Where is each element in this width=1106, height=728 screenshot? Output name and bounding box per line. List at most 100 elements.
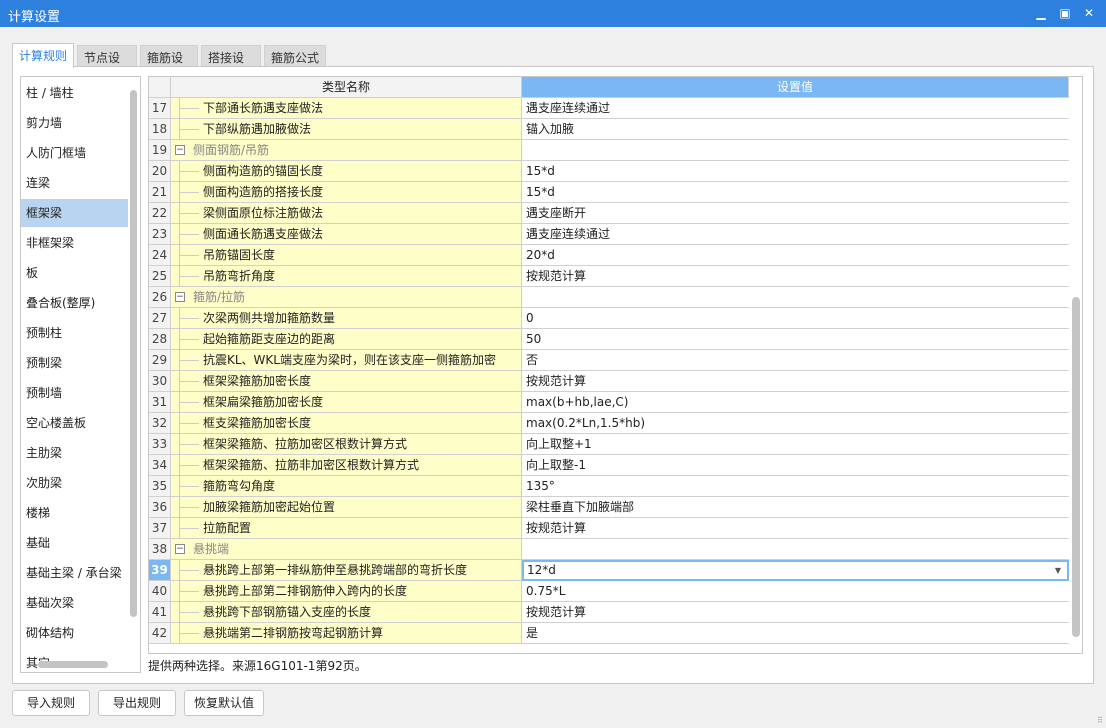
- sidebar-item[interactable]: 主肋梁: [21, 439, 128, 467]
- table-row[interactable]: 22 梁侧面原位标注筋做法 遇支座断开: [149, 203, 1069, 224]
- collapse-icon[interactable]: −: [175, 145, 185, 155]
- table-row[interactable]: 32 框支梁箍筋加密长度 max(0.2*Ln,1.5*hb): [149, 413, 1069, 434]
- sidebar-item[interactable]: 基础: [21, 529, 128, 557]
- value-cell[interactable]: 按规范计算: [522, 371, 1069, 392]
- name-cell[interactable]: 拉筋配置: [171, 518, 522, 539]
- sidebar-item[interactable]: 叠合板(整厚): [21, 289, 128, 317]
- value-cell[interactable]: 遇支座连续通过: [522, 224, 1069, 245]
- table-row[interactable]: 17 下部通长筋遇支座做法 遇支座连续通过: [149, 98, 1069, 119]
- value-cell[interactable]: 0.75*L: [522, 581, 1069, 602]
- row-number[interactable]: 21: [149, 182, 171, 203]
- collapse-icon[interactable]: −: [175, 292, 185, 302]
- dropdown-arrow-icon[interactable]: ▼: [1055, 562, 1061, 579]
- row-number[interactable]: 33: [149, 434, 171, 455]
- name-cell[interactable]: 框架扁梁箍筋加密长度: [171, 392, 522, 413]
- name-column-header[interactable]: 类型名称: [171, 77, 522, 98]
- table-row[interactable]: 41 悬挑跨下部钢筋锚入支座的长度 按规范计算: [149, 602, 1069, 623]
- table-row[interactable]: 23 侧面通长筋遇支座做法 遇支座连续通过: [149, 224, 1069, 245]
- name-cell[interactable]: 框架梁箍筋、拉筋非加密区根数计算方式: [171, 455, 522, 476]
- row-number[interactable]: 29: [149, 350, 171, 371]
- row-number[interactable]: 22: [149, 203, 171, 224]
- value-cell[interactable]: 遇支座断开: [522, 203, 1069, 224]
- row-number[interactable]: 36: [149, 497, 171, 518]
- value-cell[interactable]: 向上取整+1: [522, 434, 1069, 455]
- table-row[interactable]: 36 加腋梁箍筋加密起始位置 梁柱垂直下加腋端部: [149, 497, 1069, 518]
- name-cell[interactable]: 吊筋弯折角度: [171, 266, 522, 287]
- tab-stirrup-settings[interactable]: 箍筋设置: [140, 45, 198, 82]
- name-cell[interactable]: 侧面通长筋遇支座做法: [171, 224, 522, 245]
- table-row[interactable]: 26− 箍筋/拉筋: [149, 287, 1069, 308]
- value-cell[interactable]: 20*d: [522, 245, 1069, 266]
- table-row[interactable]: 25 吊筋弯折角度 按规范计算: [149, 266, 1069, 287]
- row-number[interactable]: 28: [149, 329, 171, 350]
- sidebar-item[interactable]: 非框架梁: [21, 229, 128, 257]
- sidebar-item[interactable]: 基础次梁: [21, 589, 128, 617]
- minimize-icon[interactable]: ▁: [1031, 4, 1051, 22]
- sidebar-item[interactable]: 次肋梁: [21, 469, 128, 497]
- row-number[interactable]: 38: [149, 539, 171, 560]
- table-row[interactable]: 35 箍筋弯勾角度 135°: [149, 476, 1069, 497]
- sidebar-item[interactable]: 基础主梁 / 承台梁: [21, 559, 128, 587]
- name-cell[interactable]: 次梁两侧共增加箍筋数量: [171, 308, 522, 329]
- row-number[interactable]: 23: [149, 224, 171, 245]
- sidebar-item[interactable]: 柱 / 墙柱: [21, 79, 128, 107]
- row-number[interactable]: 40: [149, 581, 171, 602]
- table-row[interactable]: 30 框架梁箍筋加密长度 按规范计算: [149, 371, 1069, 392]
- value-cell[interactable]: 15*d: [522, 182, 1069, 203]
- sidebar-item[interactable]: 空心楼盖板: [21, 409, 128, 437]
- list-vertical-scrollbar[interactable]: [130, 90, 137, 617]
- table-row[interactable]: 33 框架梁箍筋、拉筋加密区根数计算方式 向上取整+1: [149, 434, 1069, 455]
- sidebar-item[interactable]: 人防门框墙: [21, 139, 128, 167]
- table-row[interactable]: 20 侧面构造筋的锚固长度 15*d: [149, 161, 1069, 182]
- name-cell[interactable]: 吊筋锚固长度: [171, 245, 522, 266]
- sidebar-item[interactable]: 剪力墙: [21, 109, 128, 137]
- group-name-cell[interactable]: − 箍筋/拉筋: [171, 287, 522, 308]
- value-cell[interactable]: 遇支座连续通过: [522, 98, 1069, 119]
- value-cell[interactable]: 50: [522, 329, 1069, 350]
- name-cell[interactable]: 悬挑跨上部第二排钢筋伸入跨内的长度: [171, 581, 522, 602]
- sidebar-item[interactable]: 楼梯: [21, 499, 128, 527]
- list-horizontal-scrollbar[interactable]: [38, 661, 108, 668]
- sidebar-item[interactable]: 砌体结构: [21, 619, 128, 647]
- row-number[interactable]: 18: [149, 119, 171, 140]
- tab-lap-settings[interactable]: 搭接设置: [201, 45, 261, 82]
- table-row[interactable]: 18 下部纵筋遇加腋做法 锚入加腋: [149, 119, 1069, 140]
- value-cell[interactable]: max(0.2*Ln,1.5*hb): [522, 413, 1069, 434]
- table-row[interactable]: 21 侧面构造筋的搭接长度 15*d: [149, 182, 1069, 203]
- value-cell[interactable]: 按规范计算: [522, 602, 1069, 623]
- restore-defaults-button[interactable]: 恢复默认值: [184, 690, 264, 716]
- table-row[interactable]: 19− 侧面钢筋/吊筋: [149, 140, 1069, 161]
- table-row[interactable]: 28 起始箍筋距支座边的距离 50: [149, 329, 1069, 350]
- value-cell[interactable]: max(b+hb,lae,C): [522, 392, 1069, 413]
- collapse-icon[interactable]: −: [175, 544, 185, 554]
- sidebar-item[interactable]: 预制柱: [21, 319, 128, 347]
- value-cell[interactable]: 0: [522, 308, 1069, 329]
- name-cell[interactable]: 悬挑端第二排钢筋按弯起钢筋计算: [171, 623, 522, 644]
- value-cell[interactable]: 是: [522, 623, 1069, 644]
- value-cell[interactable]: [522, 287, 1069, 308]
- name-cell[interactable]: 侧面构造筋的搭接长度: [171, 182, 522, 203]
- value-cell[interactable]: 按规范计算: [522, 518, 1069, 539]
- table-row[interactable]: 37 拉筋配置 按规范计算: [149, 518, 1069, 539]
- table-row[interactable]: 24 吊筋锚固长度 20*d: [149, 245, 1069, 266]
- row-number[interactable]: 27: [149, 308, 171, 329]
- resize-grip-icon[interactable]: ⠿: [1097, 716, 1103, 725]
- row-number[interactable]: 34: [149, 455, 171, 476]
- tab-calc-rules[interactable]: 计算规则: [12, 43, 74, 68]
- value-cell[interactable]: 向上取整-1: [522, 455, 1069, 476]
- name-cell[interactable]: 侧面构造筋的锚固长度: [171, 161, 522, 182]
- import-rules-button[interactable]: 导入规则: [12, 690, 90, 716]
- row-number[interactable]: 37: [149, 518, 171, 539]
- row-number[interactable]: 20: [149, 161, 171, 182]
- table-row[interactable]: 27 次梁两侧共增加箍筋数量 0: [149, 308, 1069, 329]
- sidebar-item[interactable]: 预制梁: [21, 349, 128, 377]
- row-number[interactable]: 24: [149, 245, 171, 266]
- value-cell[interactable]: 按规范计算: [522, 266, 1069, 287]
- name-cell[interactable]: 下部通长筋遇支座做法: [171, 98, 522, 119]
- group-name-cell[interactable]: − 悬挑端: [171, 539, 522, 560]
- tab-node-settings[interactable]: 节点设置: [77, 45, 137, 82]
- close-icon[interactable]: ✕: [1079, 4, 1099, 22]
- value-column-header[interactable]: 设置值: [522, 77, 1069, 98]
- maximize-icon[interactable]: ▣: [1055, 4, 1075, 22]
- row-number[interactable]: 42: [149, 623, 171, 644]
